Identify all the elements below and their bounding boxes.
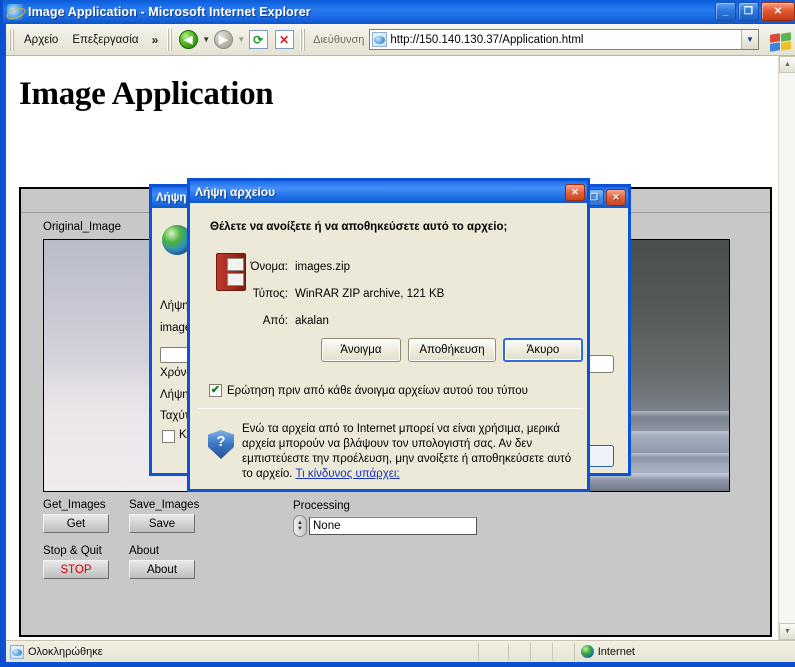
- maximize-button[interactable]: ❐: [738, 2, 759, 21]
- forward-button[interactable]: ▶: [210, 27, 236, 53]
- file-download-dialog: Λήψη αρχείου ✕ Θέλετε να ανοίξετε ή να α…: [187, 178, 590, 492]
- browser-window: Image Application - Microsoft Internet E…: [0, 0, 795, 667]
- window-title: Image Application - Microsoft Internet E…: [28, 5, 311, 19]
- file-type-key: Τύπος:: [252, 288, 288, 300]
- refresh-button[interactable]: ⟳: [245, 27, 271, 53]
- window-controls: _ ❐ ✕: [715, 2, 795, 21]
- address-dropdown-icon[interactable]: ▼: [741, 30, 758, 49]
- stop-icon: ✕: [274, 30, 294, 49]
- maximize-icon: ❐: [744, 5, 753, 17]
- save-button[interactable]: Save: [129, 514, 195, 533]
- minimize-icon: _: [722, 5, 729, 17]
- progress-dialog-title: Λήψη: [156, 191, 187, 204]
- status-bar: Ολοκληρώθηκε Internet: [6, 640, 795, 662]
- file-name-key: Όνομα:: [250, 261, 288, 273]
- internet-explorer-icon: [7, 4, 23, 20]
- open-button[interactable]: Άνοιγμα: [321, 338, 401, 362]
- about-button[interactable]: About: [129, 560, 195, 579]
- file-from-key: Από:: [262, 315, 288, 327]
- get-button[interactable]: Get: [43, 514, 109, 533]
- dialog-divider: [198, 408, 583, 409]
- page-icon: [372, 32, 388, 47]
- address-bar[interactable]: http://150.140.130.37/Application.html ▼: [369, 29, 759, 50]
- processing-spinner[interactable]: ▲ ▼: [293, 515, 307, 537]
- security-zone[interactable]: Internet: [573, 642, 635, 661]
- scroll-down-button[interactable]: ▼: [779, 623, 795, 640]
- file-type-value: WinRAR ZIP archive, 121 KB: [295, 288, 445, 300]
- status-cell-2: [507, 642, 530, 661]
- page-scrollbar[interactable]: ▲ ▼: [778, 56, 795, 640]
- progress-close-checkbox[interactable]: [162, 430, 175, 443]
- menu-item-edit[interactable]: Επεξεργασία: [65, 31, 145, 49]
- security-shield-icon: ?: [208, 430, 234, 459]
- progress-close-button[interactable]: ✕: [606, 189, 626, 206]
- back-arrow-icon: ◀: [178, 30, 198, 49]
- scroll-up-button[interactable]: ▲: [779, 56, 795, 73]
- status-text: Ολοκληρώθηκε: [28, 645, 103, 658]
- address-input[interactable]: http://150.140.130.37/Application.html: [390, 34, 741, 46]
- cancel-button[interactable]: Άκυρο: [503, 338, 583, 362]
- download-dialog-title-bar: Λήψη αρχείου ✕: [190, 181, 587, 203]
- progress-line-5: Ταχύτ: [160, 410, 190, 422]
- processing-label: Processing: [293, 500, 350, 512]
- windows-flag-logo: [765, 27, 791, 53]
- file-from-value: akalan: [295, 315, 329, 327]
- zip-archive-icon: [216, 253, 250, 293]
- save-button-dialog[interactable]: Αποθήκευση: [408, 338, 496, 362]
- refresh-icon: ⟳: [248, 30, 268, 49]
- forward-dropdown-icon[interactable]: ▼: [237, 35, 245, 44]
- minimize-button[interactable]: _: [715, 2, 736, 21]
- about-label: About: [129, 545, 160, 557]
- download-dialog-title: Λήψη αρχείου: [195, 185, 276, 199]
- processing-select[interactable]: None: [309, 517, 477, 535]
- browser-toolbar: Αρχείο Επεξεργασία » ◀ ▼ ▶ ▼ ⟳ ✕ Διεύθυν…: [6, 24, 795, 56]
- menu-overflow-icon[interactable]: »: [146, 33, 165, 47]
- status-cell-3: [529, 642, 552, 661]
- always-ask-checkbox[interactable]: ✔: [209, 384, 222, 397]
- back-dropdown-icon[interactable]: ▼: [202, 35, 210, 44]
- warning-body: Ενώ τα αρχεία από το Internet μπορεί να …: [242, 423, 572, 480]
- stop-quit-label: Stop & Quit: [43, 545, 102, 557]
- forward-arrow-icon: ▶: [213, 30, 233, 49]
- window-title-bar: Image Application - Microsoft Internet E…: [3, 0, 795, 24]
- more-info-link[interactable]: Τι κίνδυνος υπάρχει;: [295, 468, 399, 480]
- close-icon: ✕: [773, 5, 783, 17]
- spinner-down-icon: ▼: [297, 526, 303, 532]
- status-page-icon: [10, 644, 24, 659]
- get-images-label: Get_Images: [43, 499, 106, 511]
- close-button[interactable]: ✕: [761, 2, 795, 21]
- menu-item-file[interactable]: Αρχείο: [17, 31, 65, 49]
- toolbar-grip-2[interactable]: [167, 28, 173, 51]
- stop-button[interactable]: ✕: [271, 27, 297, 53]
- progress-line-4: Λήψη: [160, 389, 189, 401]
- download-dialog-close-button[interactable]: ✕: [565, 183, 585, 201]
- address-label: Διεύθυνση: [313, 33, 365, 46]
- internet-zone-globe-icon: [580, 645, 594, 658]
- toolbar-grip-3[interactable]: [300, 28, 306, 51]
- save-images-label: Save_Images: [129, 499, 200, 511]
- page-content: Image Application ➡ ⟳ Original_Image: [6, 56, 795, 640]
- file-name-value: images.zip: [295, 261, 350, 273]
- progress-line-1: Λήψη: [160, 300, 189, 312]
- toolbar-grip[interactable]: [9, 28, 14, 51]
- status-cell-4: [551, 642, 574, 661]
- security-warning-text: Ενώ τα αρχεία από το Internet μπορεί να …: [242, 422, 572, 482]
- back-button[interactable]: ◀: [175, 27, 201, 53]
- shield-question-glyph: ?: [216, 433, 226, 450]
- left-image-label: Original_Image: [43, 221, 121, 233]
- always-ask-checkbox-row[interactable]: ✔ Ερώτηση πριν από κάθε άνοιγμα αρχείων …: [209, 384, 528, 397]
- zone-label: Internet: [597, 645, 635, 658]
- status-cell-1: [477, 642, 508, 661]
- download-dialog-heading: Θέλετε να ανοίξετε ή να αποθηκεύσετε αυτ…: [210, 221, 508, 233]
- page-title: Image Application: [19, 76, 274, 112]
- stop-button-applet[interactable]: STOP: [43, 560, 109, 579]
- always-ask-label: Ερώτηση πριν από κάθε άνοιγμα αρχείων αυ…: [227, 384, 528, 397]
